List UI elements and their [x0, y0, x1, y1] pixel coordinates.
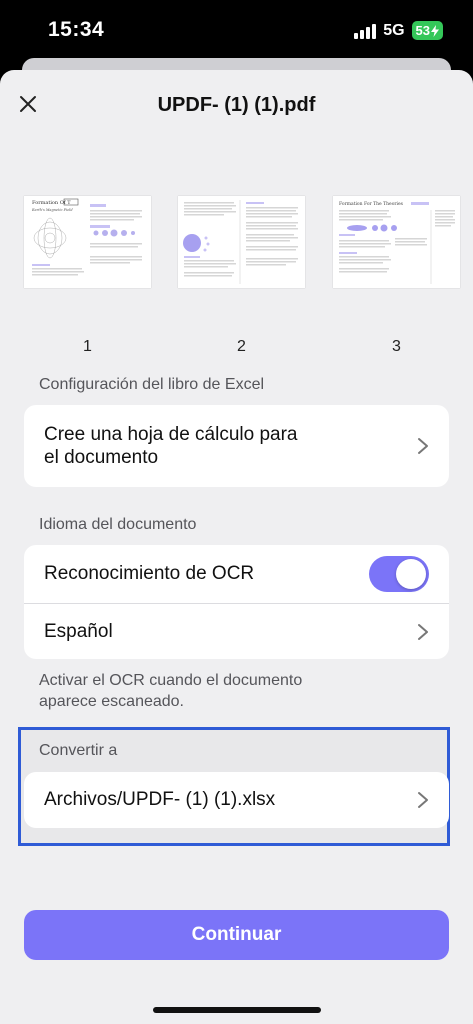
- page-thumbnails: Formation Of T Earth's Magnetic Field 1: [0, 196, 473, 356]
- export-sheet: UPDF- (1) (1).pdf Formation Of T Earth's…: [0, 70, 473, 1024]
- language-section-label: Idioma del documento: [39, 516, 197, 533]
- ocr-label: Reconocimiento de OCR: [44, 563, 255, 584]
- page-thumbnail-1[interactable]: Formation Of T Earth's Magnetic Field: [24, 196, 151, 288]
- language-settings-card: Reconocimiento de OCR Español: [24, 545, 449, 659]
- signal-icon: [354, 23, 377, 39]
- page-number-1: 1: [83, 338, 92, 355]
- ocr-note: Activar el OCR cuando el documento apare…: [39, 672, 303, 710]
- excel-option-line2: el documento: [44, 447, 159, 468]
- battery-icon: 53: [411, 21, 443, 40]
- convert-path-row[interactable]: Archivos/UPDF- (1) (1).xlsx: [24, 772, 449, 828]
- chevron-right-icon: [418, 792, 428, 808]
- convert-section-label: Convertir a: [39, 742, 118, 759]
- convert-path: Archivos/UPDF- (1) (1).xlsx: [44, 789, 276, 810]
- network-type: 5G: [383, 21, 405, 39]
- status-bar: 15:34 5G 53: [0, 0, 473, 62]
- page-1-subheading: Earth's Magnetic Field: [31, 208, 73, 212]
- toggle-knob: [396, 559, 426, 589]
- page-title: UPDF- (1) (1).pdf: [157, 94, 316, 116]
- language-value: Español: [44, 620, 113, 642]
- chevron-right-icon: [418, 438, 428, 454]
- continue-button[interactable]: Continuar: [24, 910, 449, 960]
- ocr-toggle[interactable]: [369, 556, 429, 592]
- language-row[interactable]: Español: [24, 603, 449, 659]
- ocr-row: Reconocimiento de OCR: [24, 545, 449, 603]
- chevron-right-icon: [418, 623, 428, 640]
- home-indicator: [153, 1007, 321, 1013]
- page-number-2: 2: [237, 338, 246, 355]
- status-time: 15:34: [48, 18, 105, 41]
- page-number-3: 3: [392, 338, 401, 355]
- page-thumbnail-2[interactable]: [178, 196, 305, 288]
- excel-section-label: Configuración del libro de Excel: [39, 376, 265, 393]
- battery-level: 53: [415, 23, 430, 38]
- excel-settings-card: Cree una hoja de cálculo para el documen…: [24, 405, 449, 487]
- excel-option-line1: Cree una hoja de cálculo para: [44, 424, 298, 445]
- excel-workbook-option[interactable]: Cree una hoja de cálculo para el documen…: [24, 405, 449, 487]
- page-3-heading: Formation For The Theories: [339, 201, 404, 207]
- status-icons: 5G 53: [354, 21, 443, 40]
- page-thumbnail-3[interactable]: Formation For The Theories: [333, 196, 460, 288]
- convert-card: Archivos/UPDF- (1) (1).xlsx: [24, 772, 449, 828]
- charging-bolt-icon: [431, 24, 439, 37]
